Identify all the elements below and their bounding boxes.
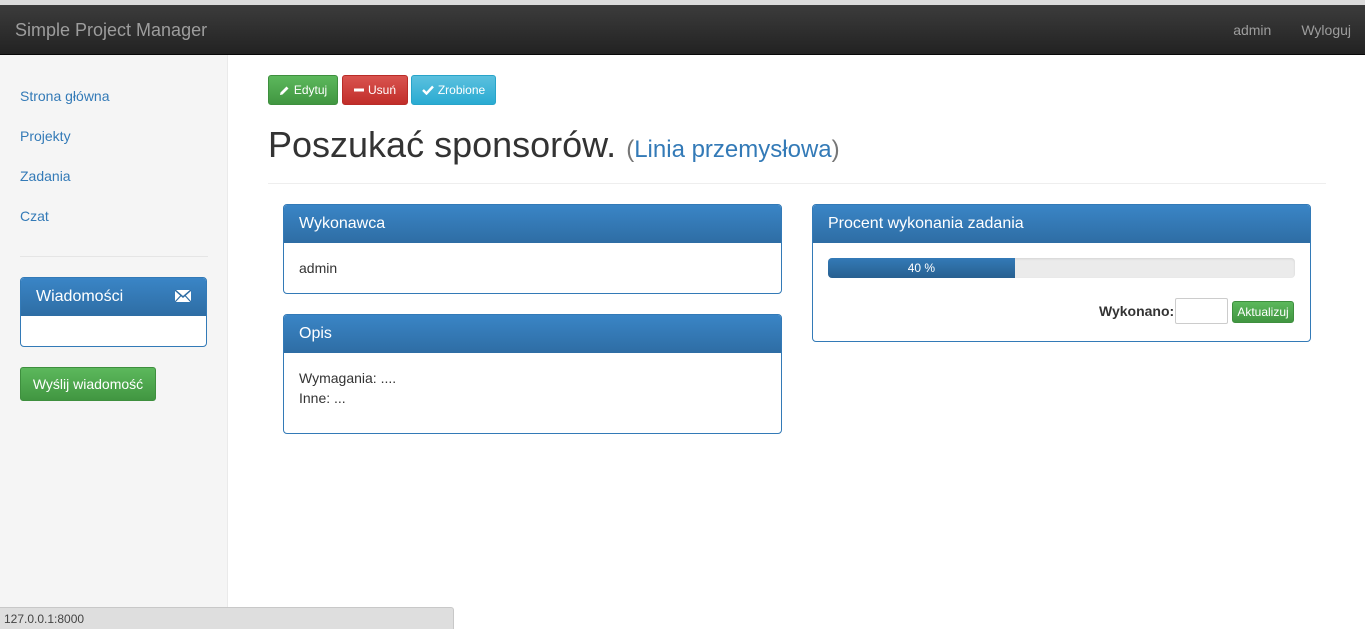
description-panel-header: Opis xyxy=(284,315,781,353)
edit-button[interactable]: Edytuj xyxy=(268,75,338,105)
title-divider xyxy=(268,183,1326,184)
pencil-icon xyxy=(279,86,289,95)
check-icon xyxy=(421,85,434,95)
navbar-right: admin Wyloguj xyxy=(1233,22,1351,38)
brand-link[interactable]: Simple Project Manager xyxy=(15,20,207,41)
navbar: Simple Project Manager admin Wyloguj xyxy=(0,5,1365,55)
project-link[interactable]: Linia przemysłowa xyxy=(634,136,831,163)
executor-panel-header: Wykonawca xyxy=(284,205,781,243)
messages-panel-header: Wiadomości xyxy=(21,278,206,316)
progress-panel: Procent wykonania zadania 40 % Wykonano:… xyxy=(812,204,1311,342)
sidebar-divider xyxy=(20,256,208,257)
update-button[interactable]: Aktualizuj xyxy=(1232,301,1294,323)
messages-panel: Wiadomości xyxy=(20,277,207,347)
messages-title: Wiadomości xyxy=(36,288,124,305)
delete-button[interactable]: Usuń xyxy=(342,75,408,105)
page-title: Poszukać sponsorów. (Linia przemysłowa) xyxy=(268,124,840,166)
logout-link[interactable]: Wyloguj xyxy=(1301,22,1351,38)
project-subtitle: (Linia przemysłowa) xyxy=(626,136,840,163)
progress-bar: 40 % xyxy=(828,258,1015,278)
send-message-label: Wyślij wiadomość xyxy=(32,376,144,392)
executor-panel: Wykonawca admin xyxy=(283,204,782,294)
sidebar-item-projects[interactable]: Projekty xyxy=(20,128,71,144)
done-percent-input[interactable] xyxy=(1175,298,1228,324)
update-label: Aktualizuj xyxy=(1237,305,1289,319)
delete-label: Usuń xyxy=(367,83,396,97)
sidebar-item-home[interactable]: Strona główna xyxy=(20,88,110,104)
description-line-2: Inne: ... xyxy=(299,390,346,406)
description-panel: Opis Wymagania: .... Inne: ... xyxy=(283,314,782,434)
edit-label: Edytuj xyxy=(293,83,328,97)
task-title: Poszukać sponsorów. xyxy=(268,124,617,165)
progress-track: 40 % xyxy=(828,258,1295,278)
user-link[interactable]: admin xyxy=(1233,22,1271,38)
status-url: 127.0.0.1:8000 xyxy=(4,612,85,626)
envelope-icon xyxy=(175,290,191,302)
progress-panel-header: Procent wykonania zadania xyxy=(813,205,1310,243)
send-message-button[interactable]: Wyślij wiadomość xyxy=(20,367,156,401)
description-body: Wymagania: .... Inne: ... xyxy=(284,353,781,423)
description-line-1: Wymagania: .... xyxy=(299,370,397,386)
browser-status-bar: 127.0.0.1:8000 xyxy=(0,607,454,629)
sidebar-item-chat[interactable]: Czat xyxy=(20,208,49,224)
done-button[interactable]: Zrobione xyxy=(411,75,496,105)
done-percent-label: Wykonano: xyxy=(1099,303,1175,319)
sidebar-item-tasks[interactable]: Zadania xyxy=(20,168,71,184)
executor-value: admin xyxy=(299,260,338,276)
sidebar: Strona główna Projekty Zadania Czat Wiad… xyxy=(0,55,228,629)
done-label: Zrobione xyxy=(437,83,486,97)
minus-icon xyxy=(353,88,364,92)
